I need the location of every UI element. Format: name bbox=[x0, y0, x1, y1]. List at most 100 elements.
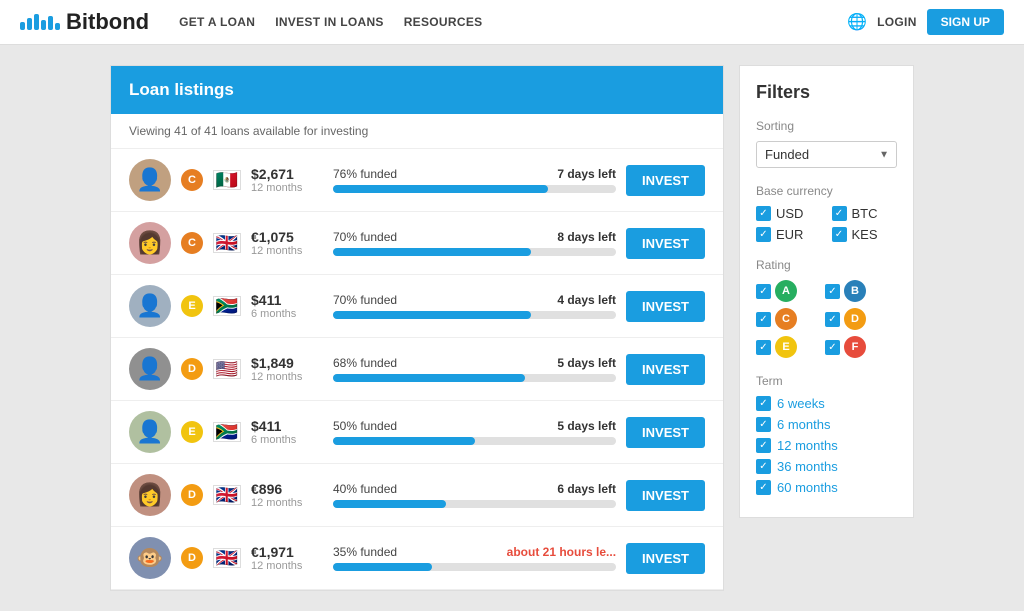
invest-button[interactable]: INVEST bbox=[626, 354, 705, 385]
rating-check-item[interactable]: E bbox=[756, 336, 797, 358]
checkbox[interactable] bbox=[756, 438, 771, 453]
logo[interactable]: Bitbond bbox=[20, 9, 149, 35]
signup-button[interactable]: SIGN UP bbox=[927, 9, 1004, 35]
sorting-select[interactable]: FundedNewestOldest bbox=[756, 141, 897, 168]
checkbox[interactable] bbox=[756, 284, 771, 299]
loan-avatar: 👤 bbox=[129, 348, 171, 390]
checkbox[interactable] bbox=[756, 396, 771, 411]
login-button[interactable]: LOGIN bbox=[877, 15, 917, 29]
invest-button[interactable]: INVEST bbox=[626, 417, 705, 448]
checkbox[interactable] bbox=[756, 459, 771, 474]
amount-value: €1,075 bbox=[251, 229, 323, 245]
rating-badge: D bbox=[181, 547, 203, 569]
loan-progress: 40% funded 6 days left bbox=[333, 482, 616, 508]
term-value: 12 months bbox=[251, 182, 323, 194]
nav-resources[interactable]: RESOURCES bbox=[404, 15, 483, 29]
loan-row: 👤 E 🇿🇦 $411 6 months 70% funded 4 days l… bbox=[111, 275, 723, 338]
loan-avatar: 👤 bbox=[129, 411, 171, 453]
term-list-item[interactable]: 6 months bbox=[756, 417, 897, 432]
currency-label: KES bbox=[852, 227, 878, 242]
term-label: Term bbox=[756, 374, 897, 388]
rating-grid: A B C D E F bbox=[756, 280, 897, 358]
loan-amount: €1,971 12 months bbox=[251, 544, 323, 572]
rating-check-item[interactable]: C bbox=[756, 308, 797, 330]
progress-info: 68% funded 5 days left bbox=[333, 356, 616, 370]
checkbox[interactable] bbox=[825, 284, 840, 299]
term-list-item[interactable]: 60 months bbox=[756, 480, 897, 495]
listings-subtitle: Viewing 41 of 41 loans available for inv… bbox=[129, 124, 368, 138]
logo-icon bbox=[20, 14, 60, 30]
rating-check-item[interactable]: A bbox=[756, 280, 797, 302]
loan-progress: 70% funded 4 days left bbox=[333, 293, 616, 319]
checkbox[interactable] bbox=[756, 340, 771, 355]
loan-avatar: 👤 bbox=[129, 159, 171, 201]
rating-dot: B bbox=[844, 280, 866, 302]
flag: 🇿🇦 bbox=[213, 422, 241, 442]
term-list-item[interactable]: 36 months bbox=[756, 459, 897, 474]
currency-check-item[interactable]: USD bbox=[756, 206, 822, 221]
rating-check-item[interactable]: B bbox=[825, 280, 897, 302]
loan-progress: 68% funded 5 days left bbox=[333, 356, 616, 382]
nav-invest-in-loans[interactable]: INVEST IN LOANS bbox=[275, 15, 384, 29]
currency-label: BTC bbox=[852, 206, 878, 221]
currency-check-item[interactable]: EUR bbox=[756, 227, 822, 242]
loans-list: 👤 C 🇲🇽 $2,671 12 months 76% funded 7 day… bbox=[111, 149, 723, 590]
sorting-select-wrap: FundedNewestOldest ▼ bbox=[756, 141, 897, 168]
checkbox[interactable] bbox=[756, 480, 771, 495]
invest-button[interactable]: INVEST bbox=[626, 480, 705, 511]
base-currency-label: Base currency bbox=[756, 184, 897, 198]
invest-button[interactable]: INVEST bbox=[626, 291, 705, 322]
checkbox[interactable] bbox=[825, 312, 840, 327]
checkbox[interactable] bbox=[756, 227, 771, 242]
loan-amount: $1,849 12 months bbox=[251, 355, 323, 383]
progress-bar-fill bbox=[333, 185, 548, 193]
rating-check-item[interactable]: D bbox=[825, 308, 897, 330]
term-label: 60 months bbox=[777, 480, 838, 495]
currency-check-item[interactable]: BTC bbox=[832, 206, 898, 221]
rating-check-item[interactable]: F bbox=[825, 336, 897, 358]
flag: 🇲🇽 bbox=[213, 170, 241, 190]
loan-amount: €1,075 12 months bbox=[251, 229, 323, 257]
rating-dot: E bbox=[775, 336, 797, 358]
invest-button[interactable]: INVEST bbox=[626, 165, 705, 196]
listings-panel: Loan listings Viewing 41 of 41 loans ava… bbox=[110, 65, 724, 591]
progress-bar-fill bbox=[333, 437, 475, 445]
progress-bar-fill bbox=[333, 248, 531, 256]
globe-icon[interactable]: 🌐 bbox=[847, 12, 867, 32]
progress-info: 40% funded 6 days left bbox=[333, 482, 616, 496]
loan-row: 🐵 D 🇬🇧 €1,971 12 months 35% funded about… bbox=[111, 527, 723, 590]
invest-button[interactable]: INVEST bbox=[626, 228, 705, 259]
checkbox[interactable] bbox=[756, 417, 771, 432]
invest-button[interactable]: INVEST bbox=[626, 543, 705, 574]
amount-value: $2,671 bbox=[251, 166, 323, 182]
days-left: 8 days left bbox=[557, 230, 616, 244]
loan-amount: $411 6 months bbox=[251, 292, 323, 320]
term-list-item[interactable]: 6 weeks bbox=[756, 396, 897, 411]
checkbox[interactable] bbox=[825, 340, 840, 355]
currency-label: USD bbox=[776, 206, 803, 221]
currency-check-item[interactable]: KES bbox=[832, 227, 898, 242]
term-value: 12 months bbox=[251, 245, 323, 257]
progress-info: 35% funded about 21 hours le... bbox=[333, 545, 616, 559]
checkbox[interactable] bbox=[832, 227, 847, 242]
days-left: 5 days left bbox=[557, 356, 616, 370]
rating-badge: D bbox=[181, 484, 203, 506]
checkbox[interactable] bbox=[756, 206, 771, 221]
rating-badge: E bbox=[181, 295, 203, 317]
flag: 🇬🇧 bbox=[213, 485, 241, 505]
funded-pct: 68% funded bbox=[333, 356, 397, 370]
progress-info: 50% funded 5 days left bbox=[333, 419, 616, 433]
checkbox[interactable] bbox=[832, 206, 847, 221]
header: Bitbond GET A LOAN INVEST IN LOANS RESOU… bbox=[0, 0, 1024, 45]
rating-badge: D bbox=[181, 358, 203, 380]
rating-dot: D bbox=[844, 308, 866, 330]
header-right: 🌐 LOGIN SIGN UP bbox=[847, 9, 1004, 35]
nav-get-a-loan[interactable]: GET A LOAN bbox=[179, 15, 255, 29]
term-value: 6 months bbox=[251, 308, 323, 320]
term-label: 6 weeks bbox=[777, 396, 825, 411]
progress-bar-bg bbox=[333, 374, 616, 382]
filters-panel: Filters Sorting FundedNewestOldest ▼ Bas… bbox=[739, 65, 914, 518]
checkbox[interactable] bbox=[756, 312, 771, 327]
term-list-item[interactable]: 12 months bbox=[756, 438, 897, 453]
amount-value: €1,971 bbox=[251, 544, 323, 560]
